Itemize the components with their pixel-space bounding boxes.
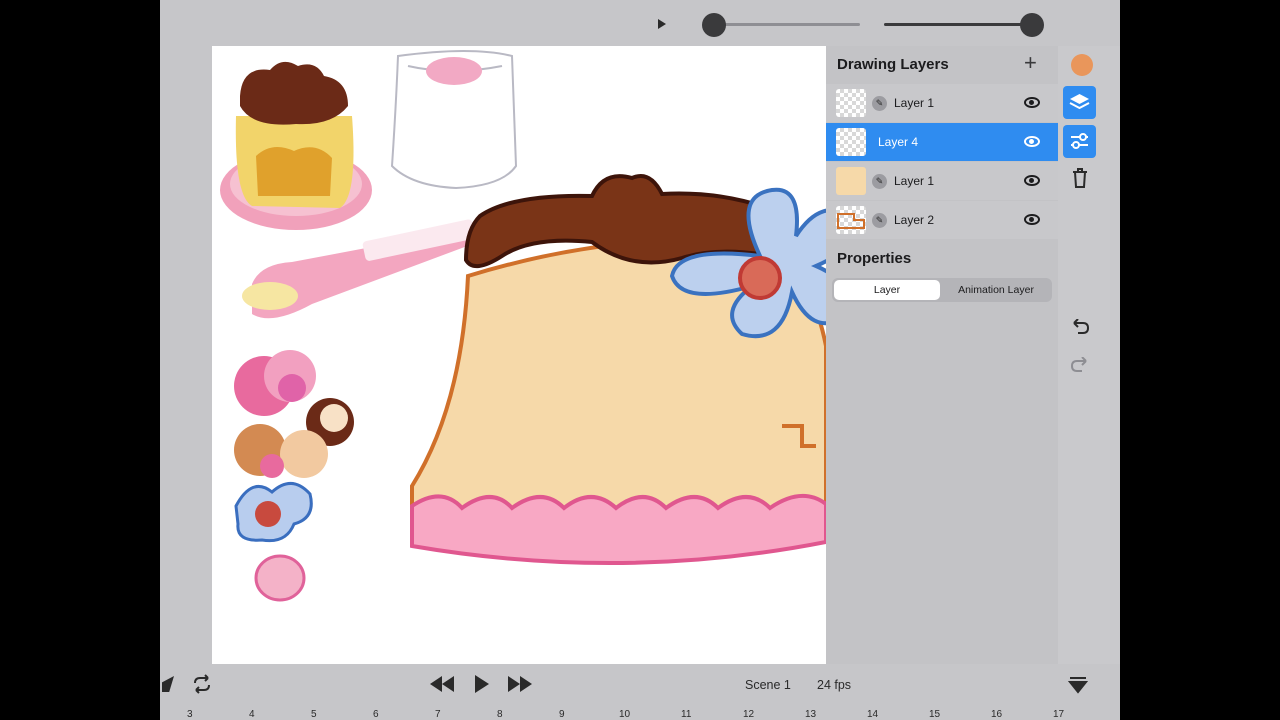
layer-label: Layer 2 xyxy=(894,213,935,227)
visibility-eye-icon[interactable] xyxy=(1024,175,1040,186)
layers-panel: Drawing Layers + ✎ Layer 1 Layer 4 ✎ Lay… xyxy=(826,46,1058,664)
scene-label[interactable]: Scene 1 xyxy=(745,678,791,692)
collapse-timeline-icon[interactable] xyxy=(1067,674,1089,699)
layer-options-icon[interactable]: ✎ xyxy=(872,96,887,111)
layer-options-icon[interactable]: ✎ xyxy=(872,213,887,228)
tool-partial-icon[interactable] xyxy=(162,676,174,692)
loop-icon[interactable] xyxy=(191,674,213,699)
ruler-tick: 13 xyxy=(805,709,817,720)
layer-row[interactable]: ✎ Layer 1 xyxy=(826,162,1058,200)
ruler-tick: 5 xyxy=(311,709,317,720)
app-screen: Drawing Layers + ✎ Layer 1 Layer 4 ✎ Lay… xyxy=(160,0,1120,720)
layer-thumbnail xyxy=(836,167,866,195)
ruler-tick: 6 xyxy=(373,709,379,720)
right-tool-rail xyxy=(1058,46,1120,664)
ruler-tick: 10 xyxy=(619,709,631,720)
ruler-tick: 17 xyxy=(1053,709,1065,720)
timeline-scrubber-track[interactable] xyxy=(714,23,860,26)
pudding-toy-reference xyxy=(220,61,372,230)
brush-size-knob[interactable] xyxy=(1020,13,1044,37)
ruler-tick: 12 xyxy=(743,709,755,720)
trash-icon[interactable] xyxy=(1067,167,1093,193)
layer-label: Layer 1 xyxy=(894,174,935,188)
layer-thumbnail xyxy=(836,89,866,117)
brush-size-track[interactable] xyxy=(884,23,1032,26)
ruler-tick: 9 xyxy=(559,709,565,720)
layer-thumbnail xyxy=(836,206,866,234)
play-icon[interactable] xyxy=(474,675,490,698)
rewind-icon[interactable] xyxy=(430,676,454,697)
layer-options-icon[interactable]: ✎ xyxy=(872,174,887,189)
add-layer-plus-icon[interactable]: + xyxy=(1024,52,1037,74)
play-small-icon[interactable] xyxy=(658,19,666,29)
undo-icon[interactable] xyxy=(1067,316,1093,342)
properties-title: Properties xyxy=(837,250,912,267)
layer-label: Layer 1 xyxy=(894,96,935,110)
ruler-tick: 7 xyxy=(435,709,441,720)
visibility-eye-icon[interactable] xyxy=(1024,136,1040,147)
visibility-eye-icon[interactable] xyxy=(1024,214,1040,225)
color-swatches xyxy=(234,350,354,602)
spoon-reference xyxy=(242,219,479,319)
layers-icon[interactable] xyxy=(1063,86,1096,119)
glass-cup-reference xyxy=(390,50,518,190)
color-swatch[interactable] xyxy=(1071,54,1093,76)
tab-layer[interactable]: Layer xyxy=(834,280,940,300)
drawing-canvas[interactable] xyxy=(212,46,826,664)
layer-row-selected[interactable]: Layer 4 xyxy=(826,123,1058,161)
sliders-icon[interactable] xyxy=(1063,125,1096,158)
bottom-bar: Scene 1 24 fps 3 4 5 6 7 8 9 10 11 12 13… xyxy=(160,664,1120,720)
ruler-tick: 16 xyxy=(991,709,1003,720)
fps-label[interactable]: 24 fps xyxy=(817,678,851,692)
left-gutter xyxy=(160,46,212,664)
ruler-tick: 14 xyxy=(867,709,879,720)
ruler-tick: 15 xyxy=(929,709,941,720)
ruler-tick: 4 xyxy=(249,709,255,720)
layer-label: Layer 4 xyxy=(878,135,919,149)
visibility-eye-icon[interactable] xyxy=(1024,97,1040,108)
fast-forward-icon[interactable] xyxy=(508,676,532,697)
properties-segmented-control: Layer Animation Layer xyxy=(832,278,1052,302)
ruler-tick: 11 xyxy=(681,709,692,720)
redo-icon[interactable] xyxy=(1067,354,1093,380)
artwork xyxy=(220,50,826,602)
ruler-tick: 8 xyxy=(497,709,503,720)
tab-animation-layer[interactable]: Animation Layer xyxy=(942,280,1050,300)
layer-row[interactable]: ✎ Layer 1 xyxy=(826,84,1058,122)
ruler-tick: 3 xyxy=(187,709,193,720)
timeline-scrubber-knob[interactable] xyxy=(702,13,726,37)
top-bar xyxy=(160,0,1120,46)
panel-title: Drawing Layers xyxy=(837,56,949,73)
layer-thumbnail xyxy=(836,128,866,156)
frame-ruler[interactable]: 3 4 5 6 7 8 9 10 11 12 13 14 15 16 17 xyxy=(160,706,1120,720)
layer-row[interactable]: ✎ Layer 2 xyxy=(826,201,1058,239)
